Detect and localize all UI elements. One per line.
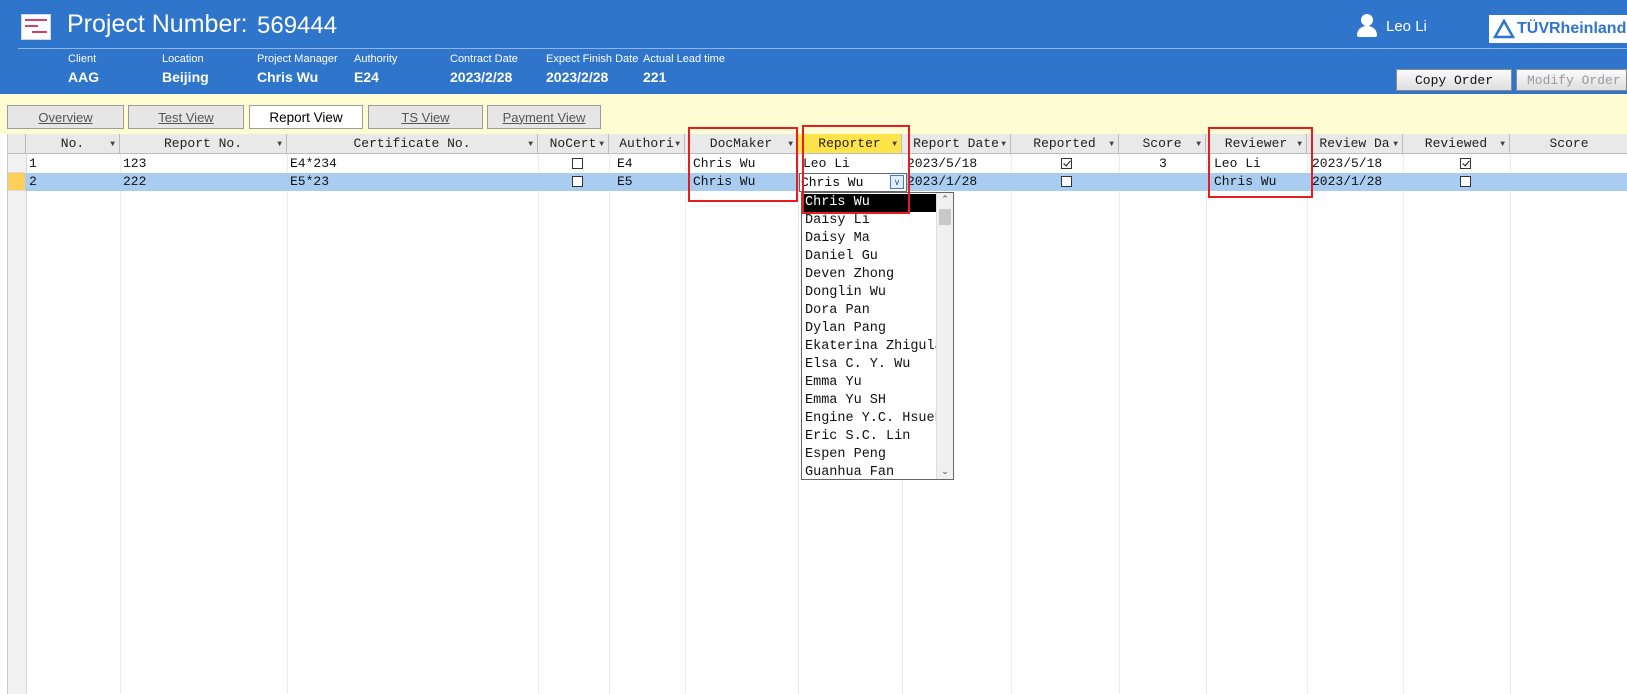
info-actual-lead-time: Actual Lead time 221 xyxy=(643,53,725,85)
info-location: Location Beijing xyxy=(162,53,209,85)
cell-certificate-no[interactable]: E5*23 xyxy=(290,173,329,191)
column-header-reported[interactable]: Reported ▼ xyxy=(1011,134,1119,154)
info-client: Client AAG xyxy=(68,53,100,85)
column-header-certificate-no[interactable]: Certificate No. ▼ xyxy=(287,134,538,154)
dropdown-option[interactable]: Elsa C. Y. Wu xyxy=(802,356,937,374)
row-selector[interactable] xyxy=(8,155,25,173)
nocert-checkbox[interactable] xyxy=(572,158,583,169)
header-divider xyxy=(18,48,1627,49)
info-expect-finish-date: Expect Finish Date 2023/2/28 xyxy=(546,53,639,85)
annotation-box-reviewer xyxy=(1208,127,1313,198)
record-selector-column xyxy=(8,134,27,694)
nocert-checkbox[interactable] xyxy=(572,176,583,187)
select-all-corner[interactable] xyxy=(8,134,26,154)
current-user[interactable]: Leo Li xyxy=(1356,14,1427,38)
project-number: 569444 xyxy=(257,12,338,39)
tab-ts-view[interactable]: TS View xyxy=(368,105,483,129)
page-title-label: Project Number: xyxy=(67,10,248,38)
chevron-down-icon[interactable]: ⌄ xyxy=(939,465,951,479)
column-header-score-2[interactable]: Score xyxy=(1510,134,1627,154)
cell-report-date[interactable]: 2023/5/18 xyxy=(907,155,977,173)
app-form-icon xyxy=(21,14,51,40)
cell-score[interactable]: 3 xyxy=(1159,155,1167,173)
cell-authority[interactable]: E4 xyxy=(617,155,633,173)
reviewed-checkbox[interactable] xyxy=(1460,176,1471,187)
reviewed-checkbox[interactable] xyxy=(1460,158,1471,169)
tab-payment-view[interactable]: Payment View xyxy=(487,105,601,129)
dropdown-option[interactable]: Deven Zhong xyxy=(802,266,937,284)
column-header-nocert[interactable]: NoCert ▼ xyxy=(538,134,609,154)
copy-order-button[interactable]: Copy Order xyxy=(1396,69,1512,91)
reported-checkbox[interactable] xyxy=(1061,158,1072,169)
triangle-logo-icon xyxy=(1493,19,1515,39)
cell-authority[interactable]: E5 xyxy=(617,173,633,191)
cell-review-date[interactable]: 2023/5/18 xyxy=(1312,155,1382,173)
column-header-report-no[interactable]: Report No. ▼ xyxy=(120,134,287,154)
scrollbar-thumb[interactable] xyxy=(939,209,951,225)
cell-report-no[interactable]: 222 xyxy=(123,173,146,191)
tab-test-view[interactable]: Test View xyxy=(128,105,244,129)
dropdown-option[interactable]: Daisy Ma xyxy=(802,230,937,248)
dropdown-option[interactable]: Dora Pan xyxy=(802,302,937,320)
info-authority: Authority E24 xyxy=(354,53,398,85)
column-header-report-date[interactable]: Report Date ▼ xyxy=(902,134,1011,154)
cell-certificate-no[interactable]: E4*234 xyxy=(290,155,337,173)
cell-report-date[interactable]: 2023/1/28 xyxy=(907,173,977,191)
dropdown-option[interactable]: Emma Yu SH xyxy=(802,392,937,410)
tab-overview[interactable]: Overview xyxy=(7,105,124,129)
info-contract-date: Contract Date 2023/2/28 xyxy=(450,53,518,85)
column-header-score[interactable]: Score ▼ xyxy=(1119,134,1206,154)
row-selector-current[interactable] xyxy=(8,173,25,191)
dropdown-option[interactable]: Donglin Wu xyxy=(802,284,937,302)
company-logo: TÜVRheinland xyxy=(1489,15,1627,43)
chevron-up-icon[interactable]: ⌃ xyxy=(939,193,951,207)
app-header: Project Number: 569444 Leo Li TÜVRheinla… xyxy=(0,0,1627,94)
annotation-box-reporter xyxy=(802,125,910,214)
tab-report-view[interactable]: Report View xyxy=(249,105,363,129)
reported-checkbox[interactable] xyxy=(1061,176,1072,187)
user-icon xyxy=(1356,14,1378,38)
dropdown-option[interactable]: Dylan Pang xyxy=(802,320,937,338)
reporter-dropdown-list[interactable]: Chris Wu Daisy Li Daisy Ma Daniel Gu Dev… xyxy=(801,192,954,480)
dropdown-option[interactable]: Engine Y.C. Hsueh xyxy=(802,410,937,428)
dropdown-option[interactable]: Guanhua Fan xyxy=(802,464,937,479)
dropdown-scrollbar[interactable]: ⌃ ⌄ xyxy=(936,193,953,479)
cell-report-no[interactable]: 123 xyxy=(123,155,146,173)
user-name: Leo Li xyxy=(1386,17,1427,35)
column-header-reviewed[interactable]: Reviewed ▼ xyxy=(1403,134,1510,154)
cell-no[interactable]: 1 xyxy=(29,155,37,173)
dropdown-option[interactable]: Daniel Gu xyxy=(802,248,937,266)
cell-review-date[interactable]: 2023/1/28 xyxy=(1312,173,1382,191)
dropdown-option[interactable]: Ekaterina Zhigula xyxy=(802,338,937,356)
dropdown-option[interactable]: Emma Yu xyxy=(802,374,937,392)
info-project-manager: Project Manager Chris Wu xyxy=(257,53,338,85)
dropdown-option[interactable]: Eric S.C. Lin xyxy=(802,428,937,446)
cell-no[interactable]: 2 xyxy=(29,173,37,191)
column-header-no[interactable]: No. ▼ xyxy=(26,134,120,154)
dropdown-option[interactable]: Espen Peng xyxy=(802,446,937,464)
column-header-authority[interactable]: Authori ▼ xyxy=(609,134,685,154)
dropdown-option[interactable]: Daisy Li xyxy=(802,212,937,230)
modify-order-button[interactable]: Modify Order xyxy=(1516,69,1627,91)
annotation-box-docmaker xyxy=(688,127,798,202)
column-header-review-date[interactable]: Review Da ▼ xyxy=(1307,134,1403,154)
